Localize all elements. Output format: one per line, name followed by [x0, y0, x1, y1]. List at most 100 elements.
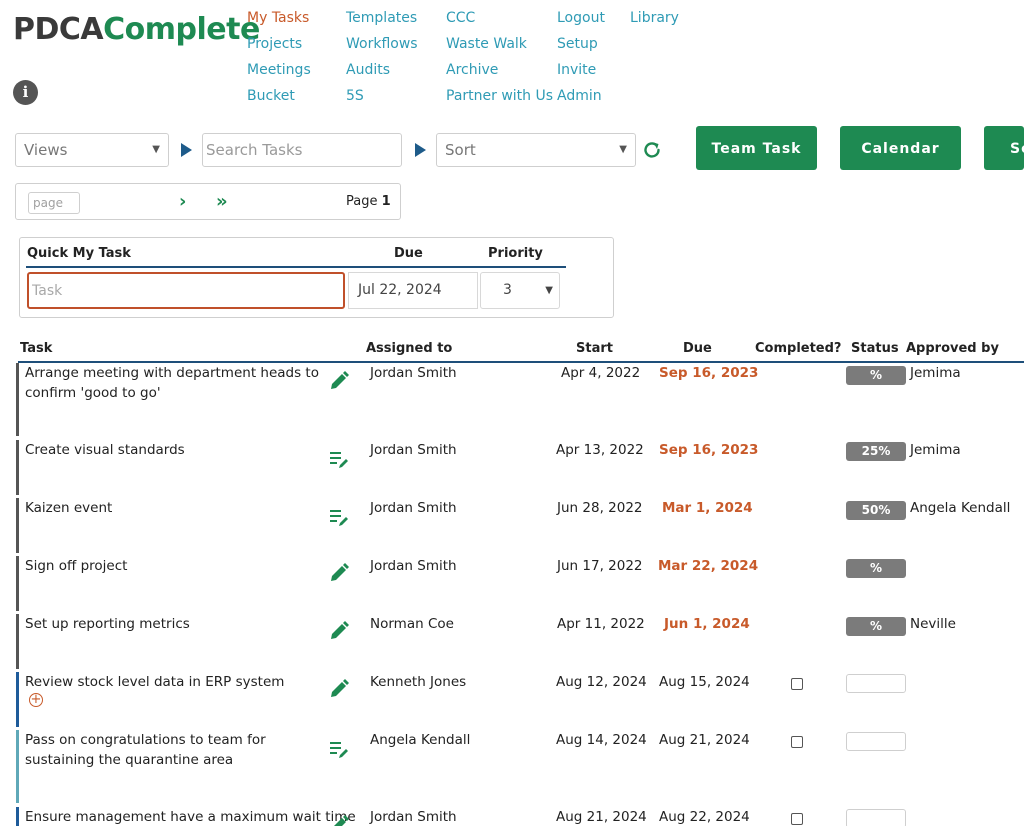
nav-partner[interactable]: Partner with Us: [446, 88, 553, 114]
status-badge[interactable]: %: [846, 617, 906, 636]
nav-archive[interactable]: Archive: [446, 62, 553, 88]
notes-edit-icon[interactable]: [328, 738, 350, 760]
pencil-icon[interactable]: [328, 562, 350, 584]
table-row[interactable]: Create visual standards Jordan Smith Apr…: [0, 440, 1024, 495]
page-number-input[interactable]: [28, 192, 80, 214]
completed-checkbox[interactable]: [791, 813, 803, 825]
approved-by: Jemima: [910, 365, 961, 381]
sort-select[interactable]: Sort ▼: [436, 133, 636, 167]
pencil-icon[interactable]: [328, 620, 350, 642]
play-arrow-icon: [181, 143, 192, 157]
col-header-completed[interactable]: Completed?: [755, 341, 841, 356]
table-row[interactable]: Set up reporting metrics Norman Coe Apr …: [0, 614, 1024, 669]
quick-priority-value: 3: [503, 282, 512, 298]
status-field[interactable]: [846, 674, 906, 693]
task-title[interactable]: Kaizen event: [25, 498, 321, 518]
status-badge[interactable]: 50%: [846, 501, 906, 520]
nav-bucket[interactable]: Bucket: [247, 88, 311, 114]
col-header-task[interactable]: Task: [20, 341, 52, 356]
approved-by: Angela Kendall: [910, 500, 1011, 516]
nav-projects[interactable]: Projects: [247, 36, 311, 62]
nav-audits[interactable]: Audits: [346, 62, 418, 88]
row-indicator-bar: [16, 440, 19, 495]
calendar-button[interactable]: Calendar: [840, 126, 961, 170]
notes-edit-icon[interactable]: [328, 506, 350, 528]
nav-column-2: Templates Workflows Audits 5S: [346, 10, 418, 114]
task-title[interactable]: Set up reporting metrics: [25, 614, 321, 634]
approved-by: Neville: [910, 616, 956, 632]
quick-task-input[interactable]: [27, 272, 345, 309]
nav-waste-walk[interactable]: Waste Walk: [446, 36, 553, 62]
quick-due-field[interactable]: Jul 22, 2024: [348, 272, 478, 309]
views-select[interactable]: Views ▼: [15, 133, 169, 167]
task-title[interactable]: Review stock level data in ERP system: [25, 672, 321, 692]
app-logo[interactable]: PDCAComplete: [13, 12, 260, 47]
due-date: Aug 15, 2024: [659, 674, 750, 690]
nav-library[interactable]: Library: [630, 10, 679, 36]
logo-part-complete: Complete: [103, 12, 260, 47]
refresh-icon[interactable]: [642, 140, 662, 160]
status-field[interactable]: [846, 809, 906, 826]
task-title[interactable]: Arrange meeting with department heads to…: [25, 363, 321, 403]
task-title[interactable]: Create visual standards: [25, 440, 321, 460]
due-date: Aug 22, 2024: [659, 809, 750, 825]
nav-admin[interactable]: Admin: [557, 88, 605, 114]
nav-templates[interactable]: Templates: [346, 10, 418, 36]
nav-column-1: My Tasks Projects Meetings Bucket: [247, 10, 311, 114]
search-input[interactable]: [202, 133, 402, 167]
info-icon[interactable]: i: [13, 80, 38, 105]
table-row[interactable]: Pass on congratulations to team for sust…: [0, 730, 1024, 803]
status-badge[interactable]: %: [846, 366, 906, 385]
col-header-approved[interactable]: Approved by: [906, 341, 999, 356]
quick-priority-select[interactable]: 3 ▼: [480, 272, 560, 309]
table-row[interactable]: Ensure management have a maximum wait ti…: [0, 807, 1024, 826]
nav-my-tasks[interactable]: My Tasks: [247, 10, 311, 36]
table-row[interactable]: Sign off project Jordan Smith Jun 17, 20…: [0, 556, 1024, 611]
due-date: Aug 21, 2024: [659, 732, 750, 748]
nav-workflows[interactable]: Workflows: [346, 36, 418, 62]
status-badge[interactable]: 25%: [846, 442, 906, 461]
nav-column-4: Logout Setup Invite Admin: [557, 10, 605, 114]
table-row[interactable]: Review stock level data in ERP system + …: [0, 672, 1024, 727]
assigned-to: Kenneth Jones: [370, 674, 467, 690]
nav-logout[interactable]: Logout: [557, 10, 605, 36]
start-date: Aug 14, 2024: [556, 732, 647, 748]
assigned-to: Norman Coe: [370, 616, 454, 632]
nav-meetings[interactable]: Meetings: [247, 62, 311, 88]
col-header-start[interactable]: Start: [576, 341, 613, 356]
task-title[interactable]: Ensure management have a maximum wait ti…: [25, 807, 356, 826]
status-field[interactable]: [846, 732, 906, 751]
assigned-to: Jordan Smith: [370, 500, 457, 516]
col-header-status[interactable]: Status: [851, 341, 899, 356]
add-subtask-icon[interactable]: +: [29, 693, 43, 707]
pencil-icon[interactable]: [328, 370, 350, 392]
play-arrow-icon: [415, 143, 426, 157]
task-title[interactable]: Pass on congratulations to team for sust…: [25, 730, 321, 770]
task-title[interactable]: Sign off project: [25, 556, 321, 576]
notes-edit-icon[interactable]: [328, 448, 350, 470]
status-badge[interactable]: %: [846, 559, 906, 578]
chevron-down-icon: ▼: [619, 144, 627, 155]
approved-by: Jemima: [910, 442, 961, 458]
nav-invite[interactable]: Invite: [557, 62, 605, 88]
col-header-assigned[interactable]: Assigned to: [366, 341, 452, 356]
chevron-right-icon[interactable]: ›: [179, 191, 186, 212]
nav-setup[interactable]: Setup: [557, 36, 605, 62]
row-indicator-bar: [16, 363, 19, 436]
pencil-icon[interactable]: [328, 814, 350, 826]
start-date: Aug 21, 2024: [556, 809, 647, 825]
se-button[interactable]: Se: [984, 126, 1024, 170]
double-chevron-right-icon[interactable]: »: [216, 191, 228, 212]
nav-5s[interactable]: 5S: [346, 88, 418, 114]
table-row[interactable]: Kaizen event Jordan Smith Jun 28, 2022 M…: [0, 498, 1024, 553]
pencil-icon[interactable]: [328, 678, 350, 700]
completed-checkbox[interactable]: [791, 678, 803, 690]
pager: › » Page 1: [15, 183, 401, 220]
team-task-button[interactable]: Team Task: [696, 126, 817, 170]
completed-checkbox[interactable]: [791, 736, 803, 748]
due-date: Sep 16, 2023: [659, 442, 759, 458]
nav-ccc[interactable]: CCC: [446, 10, 553, 36]
col-header-due[interactable]: Due: [683, 341, 712, 356]
table-row[interactable]: Arrange meeting with department heads to…: [0, 363, 1024, 436]
assigned-to: Angela Kendall: [370, 732, 471, 748]
